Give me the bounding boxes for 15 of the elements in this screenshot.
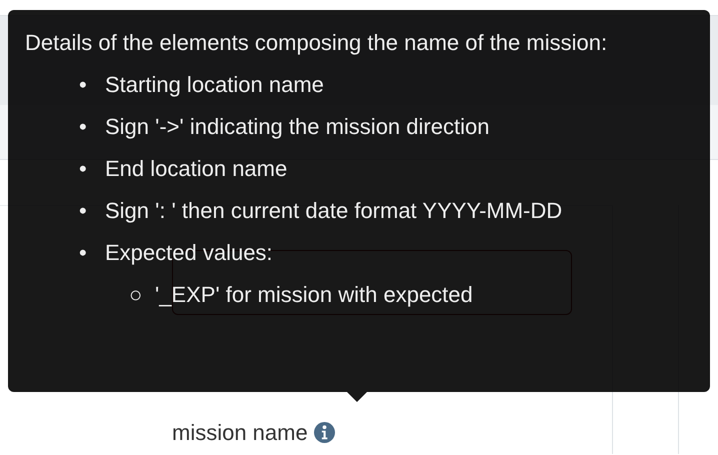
info-icon[interactable] <box>314 422 335 443</box>
bullet-icon: • <box>79 64 105 106</box>
checkbox-label: mission name <box>172 419 308 447</box>
bullet-icon: ○ <box>129 274 155 316</box>
tooltip-list-item: '_EXP' for mission with expected <box>155 282 473 307</box>
tooltip-list-item: Expected values: <box>105 240 273 265</box>
bullet-icon: • <box>79 190 105 232</box>
bullet-icon: • <box>79 232 105 274</box>
bullet-icon: • <box>79 148 105 190</box>
tooltip-text: Details of the elements composing the name of the mission: <box>25 29 608 57</box>
tooltip-list-item: End location name <box>105 156 288 181</box>
tooltip-list-item: Starting location name <box>105 72 324 97</box>
bullet-icon: • <box>79 106 105 148</box>
tooltip-list-item: Sign ': ' then current date format YYYY-MM-DD <box>105 198 562 223</box>
tooltip-list-item: Sign '->' indicating the mission direction <box>105 114 490 139</box>
